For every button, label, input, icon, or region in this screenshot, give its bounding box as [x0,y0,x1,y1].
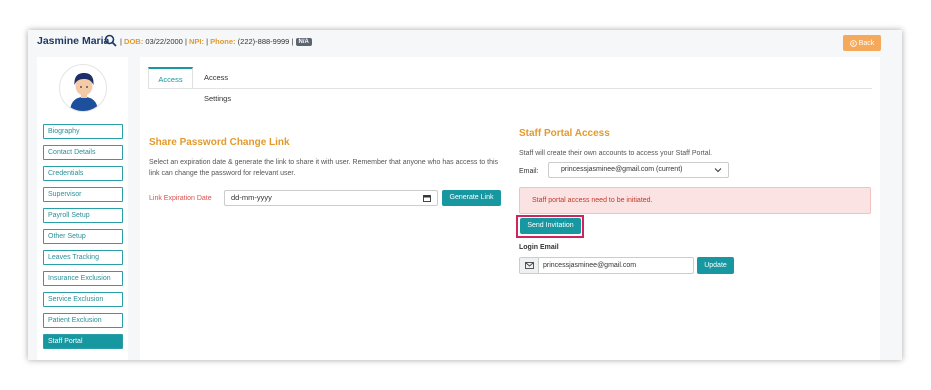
tab-access-settings[interactable]: Access Settings [204,67,231,103]
tab-divider [148,88,872,89]
mail-addon [520,258,539,273]
staff-profile-window: Jasmine Maria | DOB: 03/22/2000 | NPI: |… [28,30,902,360]
portal-access-alert: Staff portal access need to be initiated… [519,187,871,214]
patient-info: | DOB: 03/22/2000 | NPI: | Phone: (222)-… [120,37,312,46]
sidebar-item-leaves-tracking[interactable]: Leaves Tracking [43,250,123,265]
staff-portal-subtitle: Staff will create their own accounts to … [519,150,713,157]
staff-portal-title: Staff Portal Access [519,128,610,139]
back-label: Back [858,39,875,47]
patient-name: Jasmine Maria [37,35,110,47]
main-panel: Access Access Settings Share Password Ch… [140,57,880,360]
email-select-value: princessjasminee@gmail.com (current) [561,166,683,173]
back-button[interactable]: Back [843,35,881,51]
patient-header: Jasmine Maria | DOB: 03/22/2000 | NPI: |… [28,30,902,54]
expiration-date-label: Link Expiration Date [149,195,212,202]
sidebar-item-other-setup[interactable]: Other Setup [43,229,123,244]
tab-access[interactable]: Access [148,67,193,88]
sidebar-item-insurance-exclusion[interactable]: Insurance Exclusion [43,271,123,286]
date-placeholder: dd-mm-yyyy [231,193,272,202]
sidebar: Biography Contact Details Credentials Su… [37,57,128,360]
update-button[interactable]: Update [697,257,734,274]
back-circle-icon [849,39,857,47]
email-select[interactable]: princessjasminee@gmail.com (current) [548,162,729,178]
sidebar-item-supervisor[interactable]: Supervisor [43,187,123,202]
send-invitation-button[interactable]: Send Invitation [520,218,581,234]
phone-value: (222)-888-9999 [237,37,290,46]
separator: | [291,37,294,46]
generate-link-button[interactable]: Generate Link [442,190,501,206]
login-email-field[interactable]: princessjasminee@gmail.com [519,257,694,274]
dob-label: DOB: [124,37,144,46]
sidebar-item-biography[interactable]: Biography [43,124,123,139]
calendar-icon[interactable] [423,194,431,202]
login-email-value: princessjasminee@gmail.com [543,262,637,269]
login-email-label: Login Email [519,244,559,251]
sidebar-item-contact-details[interactable]: Contact Details [43,145,123,160]
sidebar-item-staff-portal[interactable]: Staff Portal [43,334,123,349]
sidebar-item-payroll-setup[interactable]: Payroll Setup [43,208,123,223]
separator: | [120,37,122,46]
chevron-down-icon [714,168,722,173]
dob-value: 03/22/2000 [145,37,183,46]
avatar [59,64,107,112]
separator: | [206,37,209,46]
sidebar-item-credentials[interactable]: Credentials [43,166,123,181]
share-link-description: Select an expiration date & generate the… [149,159,499,177]
email-label: Email: [519,168,539,175]
sidebar-item-patient-exclusion[interactable]: Patient Exclusion [43,313,123,328]
mail-icon [525,262,534,269]
separator: | [184,37,187,46]
sidebar-item-service-exclusion[interactable]: Service Exclusion [43,292,123,307]
status-badge: N/A [295,38,312,46]
share-link-title: Share Password Change Link [149,137,290,148]
expiration-date-input[interactable]: dd-mm-yyyy [224,190,438,206]
search-icon[interactable] [104,34,117,47]
phone-label: Phone: [210,37,236,46]
npi-label: NPI: [189,37,204,46]
user-avatar-icon [70,73,98,111]
